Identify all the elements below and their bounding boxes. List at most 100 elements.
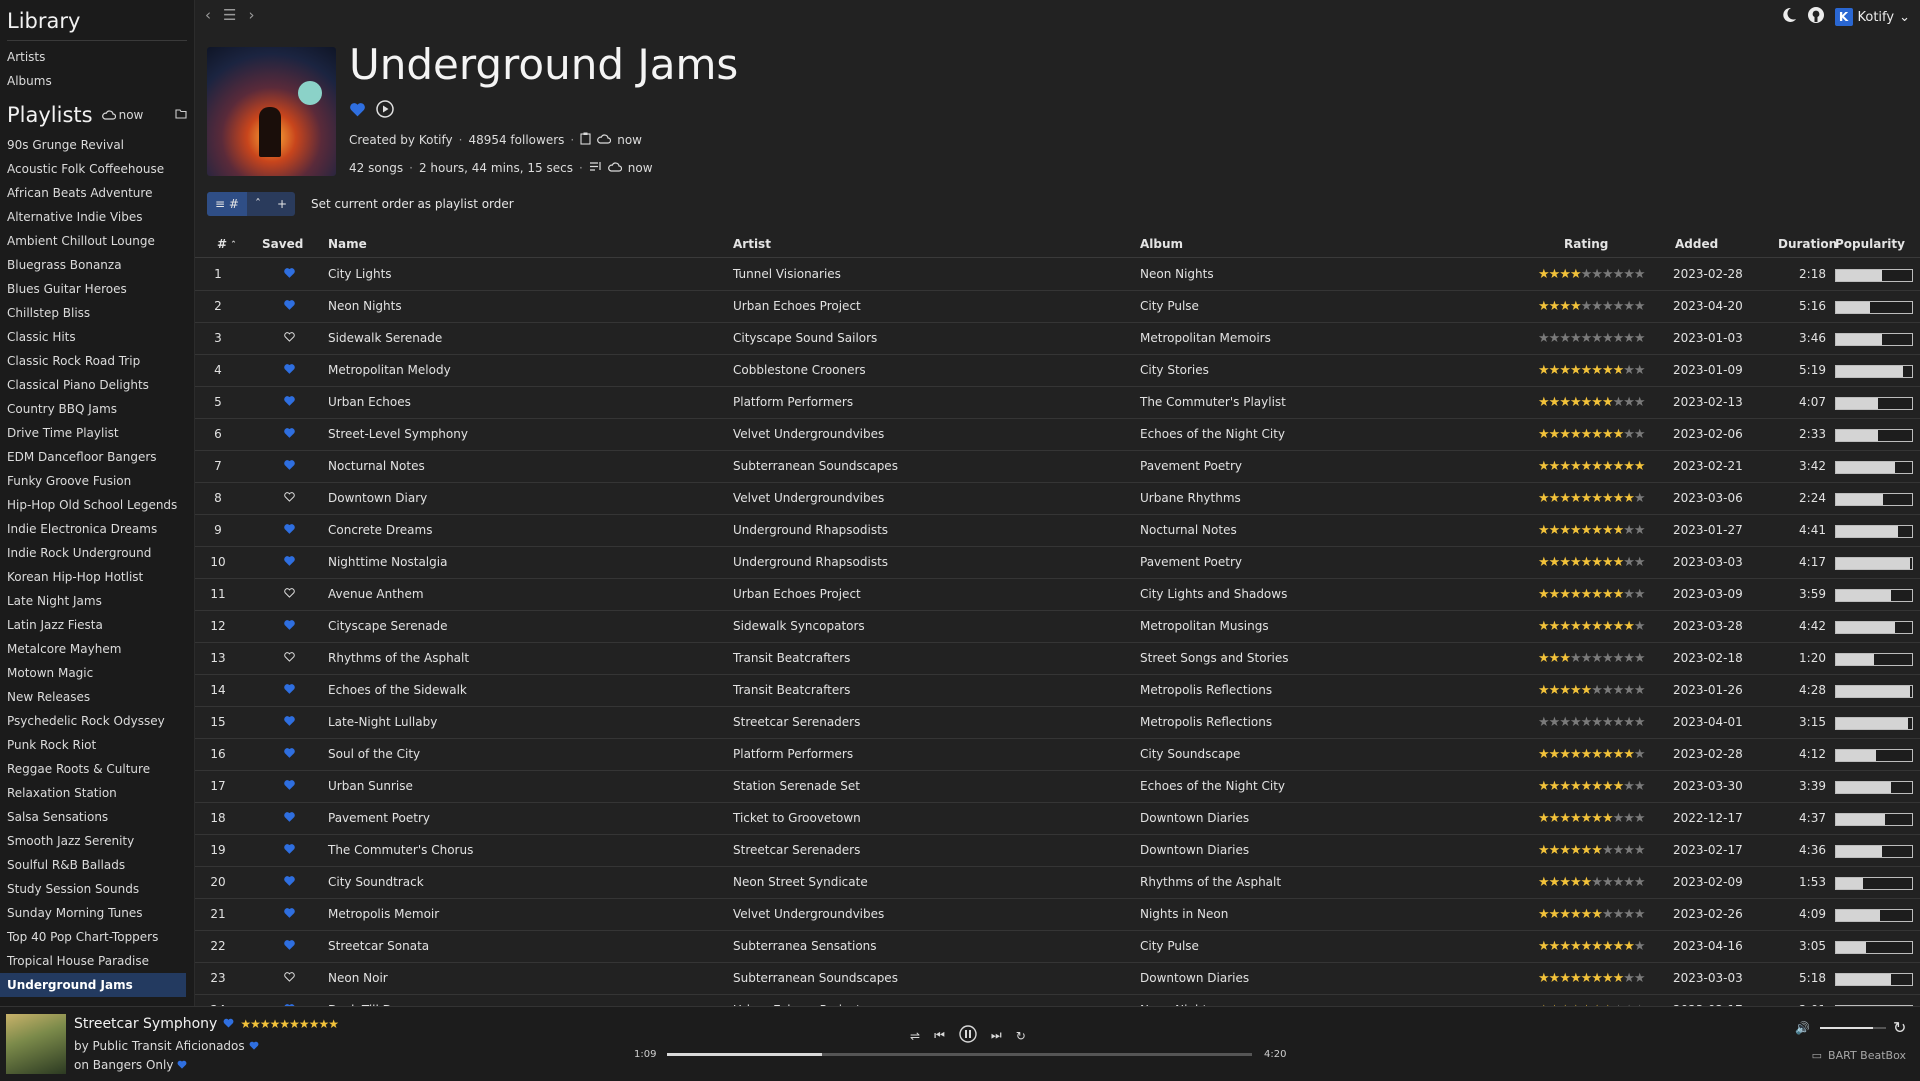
heart-icon[interactable]: [223, 1016, 234, 1032]
track-album[interactable]: City Pulse: [1140, 931, 1199, 962]
table-row[interactable]: 20 City Soundtrack Neon Street Syndicate Rh…: [195, 867, 1920, 899]
track-album[interactable]: Echoes of the Night City: [1140, 771, 1285, 802]
now-playing-album[interactable]: on Bangers Only: [74, 1058, 173, 1072]
queue-list-icon[interactable]: ☰: [223, 6, 236, 24]
dark-mode-icon[interactable]: [1781, 7, 1797, 27]
table-row[interactable]: 5 Urban Echoes Platform Performers The Comm…: [195, 387, 1920, 419]
sidebar-playlist-item[interactable]: Tropical House Paradise: [0, 949, 194, 973]
sidebar-playlist-item[interactable]: Indie Rock Underground: [0, 541, 194, 565]
track-album[interactable]: Metropolitan Memoirs: [1140, 323, 1271, 354]
sidebar-playlist-item[interactable]: Late Night Jams: [0, 589, 194, 613]
table-row[interactable]: 18 Pavement Poetry Ticket to Groovetown Dow…: [195, 803, 1920, 835]
track-name[interactable]: Sidewalk Serenade: [328, 323, 442, 354]
track-artist[interactable]: Velvet Undergroundvibes: [733, 483, 884, 514]
heart-outline-icon[interactable]: [279, 643, 299, 674]
heart-filled-icon[interactable]: [279, 803, 299, 834]
track-album[interactable]: Neon Nights: [1140, 259, 1214, 290]
table-row[interactable]: 24 Dusk Till Dawn Urban Echoes Project Neon…: [195, 995, 1920, 1006]
heart-filled-icon[interactable]: [279, 387, 299, 418]
now-playing-art[interactable]: [6, 1014, 66, 1074]
play-circle-icon[interactable]: [376, 100, 394, 122]
track-name[interactable]: Avenue Anthem: [328, 579, 424, 610]
track-album[interactable]: City Pulse: [1140, 291, 1199, 322]
heart-filled-icon[interactable]: [279, 419, 299, 450]
set-order-button[interactable]: Set current order as playlist order: [311, 197, 514, 211]
column-header-name[interactable]: Name: [328, 236, 367, 252]
heart-filled-icon[interactable]: [279, 259, 299, 290]
next-icon[interactable]: ⏭: [991, 1028, 1002, 1043]
track-artist[interactable]: Velvet Undergroundvibes: [733, 419, 884, 450]
column-header-added[interactable]: Added: [1675, 236, 1718, 252]
track-name[interactable]: Soul of the City: [328, 739, 420, 770]
track-artist[interactable]: Streetcar Serenaders: [733, 707, 860, 738]
track-name[interactable]: Neon Noir: [328, 963, 388, 994]
track-artist[interactable]: Velvet Undergroundvibes: [733, 899, 884, 930]
heart-filled-icon[interactable]: [279, 355, 299, 386]
track-artist[interactable]: Cityscape Sound Sailors: [733, 323, 877, 354]
track-artist[interactable]: Underground Rhapsodists: [733, 547, 888, 578]
track-artist[interactable]: Transit Beatcrafters: [733, 643, 850, 674]
sidebar-playlist-item[interactable]: Country BBQ Jams: [0, 397, 194, 421]
user-menu[interactable]: K Kotify ⌄: [1834, 8, 1910, 26]
track-album[interactable]: Neon Nights: [1140, 995, 1214, 1006]
sidebar-playlist-item[interactable]: 90s Grunge Revival: [0, 133, 194, 157]
heart-icon[interactable]: [249, 1039, 259, 1053]
heart-filled-icon[interactable]: [279, 867, 299, 898]
table-row[interactable]: 2 Neon Nights Urban Echoes Project City Pul…: [195, 291, 1920, 323]
track-name[interactable]: City Soundtrack: [328, 867, 424, 898]
track-rating[interactable]: ★★★★★★★★★★: [1538, 771, 1646, 802]
track-artist[interactable]: Urban Echoes Project: [733, 291, 861, 322]
track-album[interactable]: City Lights and Shadows: [1140, 579, 1287, 610]
track-rating[interactable]: ★★★★★★★★★★: [1538, 963, 1646, 994]
track-album[interactable]: Metropolis Reflections: [1140, 675, 1272, 706]
table-row[interactable]: 13 Rhythms of the Asphalt Transit Beatcraf…: [195, 643, 1920, 675]
sidebar-playlist-item[interactable]: Punk Rock Riot: [0, 733, 194, 757]
table-row[interactable]: 23 Neon Noir Subterranean Soundscapes Downt…: [195, 963, 1920, 995]
track-rating[interactable]: ★★★★★★★★★★: [1538, 867, 1646, 898]
heart-icon[interactable]: [349, 102, 366, 121]
track-rating[interactable]: ★★★★★★★★★★: [1538, 451, 1646, 482]
sidebar-playlist-item[interactable]: New Releases: [0, 685, 194, 709]
sidebar-playlist-item[interactable]: Funky Groove Fusion: [0, 469, 194, 493]
sidebar-playlist-item[interactable]: Salsa Sensations: [0, 805, 194, 829]
table-row[interactable]: 12 Cityscape Serenade Sidewalk Syncopators…: [195, 611, 1920, 643]
column-header-saved[interactable]: Saved: [262, 236, 303, 252]
track-artist[interactable]: Neon Street Syndicate: [733, 867, 868, 898]
heart-filled-icon[interactable]: [279, 899, 299, 930]
table-row[interactable]: 15 Late-Night Lullaby Streetcar Serenaders…: [195, 707, 1920, 739]
track-rating[interactable]: ★★★★★★★★★★: [1538, 803, 1646, 834]
track-artist[interactable]: Underground Rhapsodists: [733, 515, 888, 546]
heart-filled-icon[interactable]: [279, 995, 299, 1006]
heart-outline-icon[interactable]: [279, 579, 299, 610]
track-artist[interactable]: Sidewalk Syncopators: [733, 611, 865, 642]
sidebar-playlist-item[interactable]: Relaxation Station: [0, 781, 194, 805]
track-name[interactable]: City Lights: [328, 259, 392, 290]
sidebar-playlist-item[interactable]: Metalcore Mayhem: [0, 637, 194, 661]
heart-filled-icon[interactable]: [279, 707, 299, 738]
clipboard-icon[interactable]: [580, 132, 591, 148]
heart-filled-icon[interactable]: [279, 675, 299, 706]
track-artist[interactable]: Platform Performers: [733, 739, 853, 770]
volume-slider[interactable]: [1820, 1027, 1886, 1029]
repeat-icon[interactable]: ↻: [1016, 1029, 1026, 1043]
track-name[interactable]: Echoes of the Sidewalk: [328, 675, 467, 706]
heart-filled-icon[interactable]: [279, 451, 299, 482]
sidebar-playlist-item[interactable]: African Beats Adventure: [0, 181, 194, 205]
track-artist[interactable]: Subterranean Soundscapes: [733, 451, 898, 482]
track-rating[interactable]: ★★★★★★★★★★: [1538, 931, 1646, 962]
table-row[interactable]: 19 The Commuter's Chorus Streetcar Serenad…: [195, 835, 1920, 867]
sidebar-playlist-item[interactable]: Psychedelic Rock Odyssey: [0, 709, 194, 733]
track-artist[interactable]: Subterranea Sensations: [733, 931, 877, 962]
sidebar-playlist-item[interactable]: Motown Magic: [0, 661, 194, 685]
table-row[interactable]: 9 Concrete Dreams Underground Rhapsodists N…: [195, 515, 1920, 547]
column-header-album[interactable]: Album: [1140, 236, 1183, 252]
forward-icon[interactable]: ›: [248, 6, 254, 24]
refresh-icon[interactable]: ↻: [1893, 1018, 1906, 1037]
progress-bar[interactable]: [667, 1053, 1252, 1056]
sidebar-playlist-item[interactable]: Korean Hip-Hop Hotlist: [0, 565, 194, 589]
back-icon[interactable]: ‹: [205, 6, 211, 24]
track-rating[interactable]: ★★★★★★★★★★: [1538, 547, 1646, 578]
sidebar-playlist-item[interactable]: Hip-Hop Old School Legends: [0, 493, 194, 517]
chevron-up-icon[interactable]: ˆ: [247, 192, 269, 216]
sidebar-playlist-item[interactable]: EDM Dancefloor Bangers: [0, 445, 194, 469]
